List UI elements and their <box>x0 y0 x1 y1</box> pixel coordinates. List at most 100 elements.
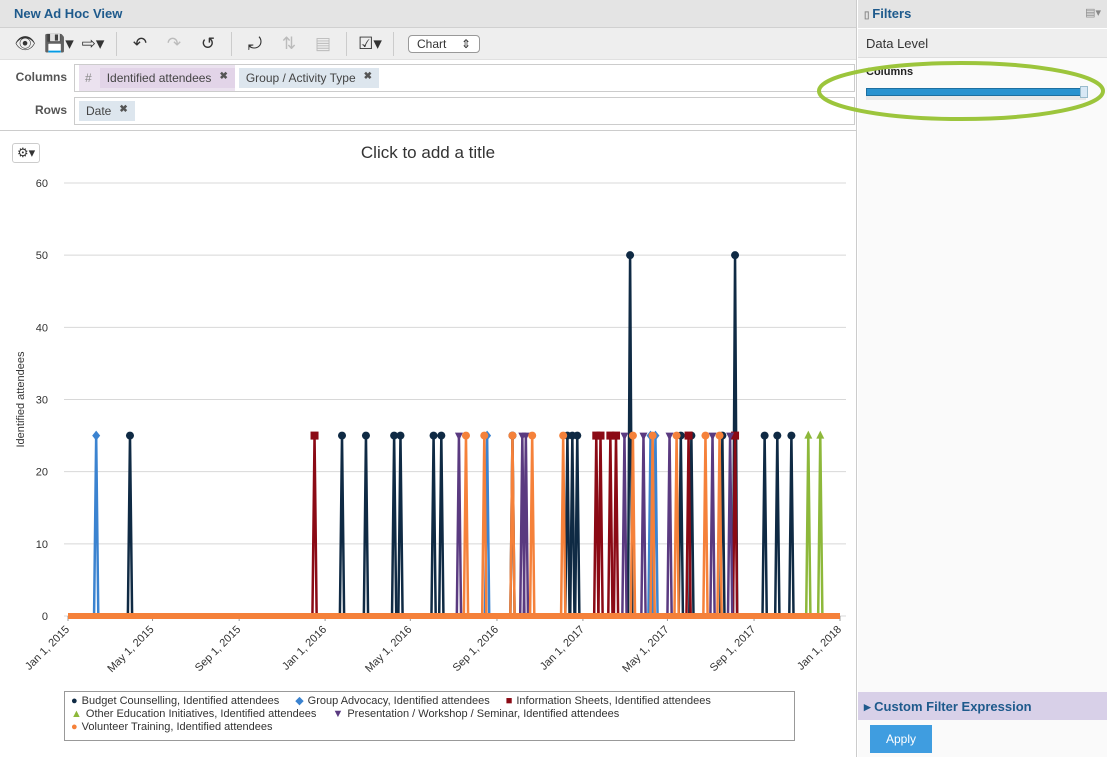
data-point <box>480 431 489 440</box>
view-type-select[interactable]: Chart ⇕ <box>408 34 480 53</box>
filters-title: Filters <box>872 6 912 21</box>
series-spike <box>621 435 628 617</box>
chart-svg: 0 10 20 30 40 50 60 Identified attendees Jan 1, … <box>15 178 846 675</box>
preview-eye-icon[interactable]: 👁 <box>10 32 40 56</box>
data-point <box>665 432 674 441</box>
legend-marker-icon: ■ <box>505 695 513 707</box>
x-tick-label: Sep 1, 2016 <box>451 624 501 674</box>
redo-icon[interactable]: ↷ <box>159 32 189 56</box>
series-spike <box>673 435 680 617</box>
data-point <box>596 431 605 440</box>
data-point <box>787 431 796 440</box>
data-point <box>454 432 463 441</box>
select-arrows-icon: ⇕ <box>460 36 471 51</box>
data-level-label: Data Level <box>858 28 1107 58</box>
y-axis-label: Identified attendees <box>15 351 27 448</box>
y-tick-label: 20 <box>36 467 48 479</box>
legend-item[interactable]: ● Volunteer Training, Identified attendee… <box>71 721 272 734</box>
legend-item[interactable]: ● Budget Counselling, Identified attendee… <box>71 695 279 708</box>
x-tick-label: May 1, 2016 <box>363 624 414 675</box>
legend-label: Presentation / Workshop / Seminar, Ident… <box>347 708 620 720</box>
series-spike <box>573 435 581 617</box>
apply-button[interactable]: Apply <box>870 725 932 753</box>
legend-item[interactable]: ■ Information Sheets, Identified attendee… <box>506 695 711 708</box>
data-point <box>559 431 568 440</box>
undo-all-icon[interactable]: ↺ <box>193 32 223 56</box>
series-spike <box>509 435 516 617</box>
y-tick-label: 30 <box>36 395 48 407</box>
y-tick-label: 50 <box>36 250 48 262</box>
pill-date[interactable]: Date ✖ <box>79 101 135 121</box>
series-spike <box>568 435 576 617</box>
filters-menu-icon[interactable]: ▤▾ <box>1085 6 1101 22</box>
data-point <box>620 432 629 441</box>
legend-marker-icon: ▼ <box>332 708 344 720</box>
view-type-value: Chart <box>417 36 447 51</box>
y-tick-label: 40 <box>36 322 48 334</box>
save-icon[interactable]: 💾▾ <box>44 32 74 56</box>
data-point <box>396 431 405 440</box>
switch-axes-icon[interactable]: ⤾ <box>240 32 270 56</box>
chart-legend: ● Budget Counselling, Identified attendee… <box>64 691 795 741</box>
columns-shelf: Columns # Identified attendees ✖ Group / … <box>0 62 857 94</box>
divider <box>346 31 347 56</box>
x-tick-label: Sep 1, 2015 <box>193 624 243 674</box>
data-point <box>310 431 319 440</box>
legend-label: Information Sheets, Identified attendees <box>516 695 711 707</box>
legend-item[interactable]: ▼ Presentation / Workshop / Seminar, Iden… <box>332 708 619 721</box>
remove-icon[interactable]: ✖ <box>364 71 372 85</box>
legend-item[interactable]: ◆ Group Advocacy, Identified attendees <box>295 695 490 708</box>
y-tick-label: 10 <box>36 539 48 551</box>
x-tick-label: Jan 1, 2016 <box>280 624 329 673</box>
data-point <box>684 431 693 440</box>
data-point <box>672 431 681 440</box>
series-spike <box>640 435 647 617</box>
data-point <box>701 431 710 440</box>
export-icon[interactable]: ⇨▾ <box>78 32 108 56</box>
layout-icon[interactable]: ▤ <box>308 32 338 56</box>
highlight-ellipse <box>817 61 1105 121</box>
series-spike <box>430 435 437 617</box>
rows-dropzone[interactable]: Date ✖ <box>74 97 855 125</box>
series-spike <box>362 435 370 617</box>
custom-filter-expression-toggle[interactable]: ▸ Custom Filter Expression <box>858 692 1107 720</box>
pill-identified-attendees[interactable]: Identified attendees ✖ <box>99 68 235 88</box>
legend-item[interactable]: ▲ Other Education Initiatives, Identified… <box>71 708 316 721</box>
series-spike <box>311 435 318 617</box>
options-checklist-icon[interactable]: ☑▾ <box>355 32 385 56</box>
series-spike <box>528 435 536 617</box>
sort-icon[interactable]: ⇅ <box>274 32 304 56</box>
divider <box>393 31 394 56</box>
data-point <box>773 431 782 440</box>
custom-filter-label: Custom Filter Expression <box>874 699 1032 714</box>
series-spike <box>437 435 445 617</box>
remove-icon[interactable]: ✖ <box>219 71 227 85</box>
columns-label: Columns <box>15 70 67 84</box>
pill-label: Identified attendees <box>106 71 212 85</box>
data-point <box>461 431 470 440</box>
legend-marker-icon: ● <box>71 695 78 707</box>
series-spike <box>816 435 824 617</box>
columns-dropzone[interactable]: # Identified attendees ✖ Group / Activity… <box>74 64 855 92</box>
undo-icon[interactable]: ↶ <box>125 32 155 56</box>
data-point <box>715 431 724 440</box>
series-spike <box>788 435 795 617</box>
series-spike <box>390 435 398 617</box>
series-spike <box>761 435 768 617</box>
data-point <box>338 431 347 440</box>
series-spike <box>612 435 620 617</box>
hash-icon: # <box>85 71 92 85</box>
remove-icon[interactable]: ✖ <box>119 104 127 118</box>
rows-label: Rows <box>34 103 67 117</box>
series-spike <box>731 435 739 617</box>
data-point <box>628 431 637 440</box>
pill-label: Group / Activity Type <box>245 71 356 85</box>
legend-label: Group Advocacy, Identified attendees <box>307 695 490 707</box>
data-point <box>612 431 621 440</box>
series-spike <box>804 435 812 617</box>
data-point <box>92 430 101 441</box>
legend-label: Budget Counselling, Identified attendees <box>81 695 280 707</box>
expand-triangle-icon: ▸ <box>864 699 875 714</box>
series-spike <box>92 435 100 617</box>
pill-group-activity-type[interactable]: Group / Activity Type ✖ <box>238 68 380 88</box>
